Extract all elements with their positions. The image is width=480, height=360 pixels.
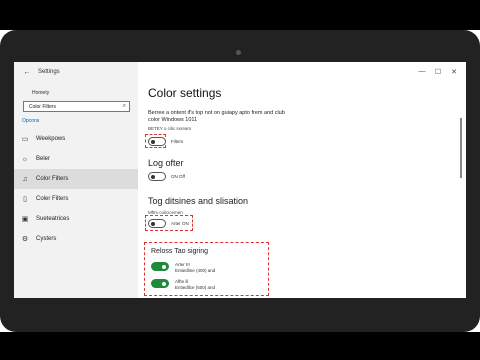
search-icon[interactable]: ⌕ [123, 103, 126, 110]
sidebar-item-color-filters[interactable]: ♫ Color Filters [14, 169, 138, 189]
group-row-text: Arter III Entiedline (400) and [175, 262, 215, 274]
main-content: — ☐ ✕ Color settings Berree a ontent if'… [138, 62, 466, 298]
setting3-title: Tog ditsines and slisation [148, 196, 249, 206]
camera-icon [236, 50, 241, 55]
group-row: Arter III Entiedline (400) and [151, 262, 215, 274]
window-controls: — ☐ ✕ [414, 68, 462, 76]
group-row-line2: Entiedline (400) and [175, 268, 216, 273]
sidebar: ← Settings Homety Color Filters ⌕ Opcons… [14, 62, 138, 298]
sidebar-nav: ▭ Weekpows ☼ Beler ♫ Color Filters ▯ Col… [14, 129, 138, 249]
sidebar-item-label: Color Filters [36, 176, 69, 182]
sidebar-item-coler-filters[interactable]: ▯ Coler Filters [14, 189, 138, 209]
window-icon: ▣ [21, 216, 29, 223]
bottom-letterbox [0, 332, 480, 360]
toggle-knob [151, 174, 155, 179]
back-arrow-icon[interactable]: ← [20, 69, 34, 76]
title-bar: ← Settings [14, 62, 138, 82]
home-link[interactable]: Homety [32, 90, 49, 96]
sidebar-item-label: Weekpows [36, 136, 66, 142]
maximize-icon[interactable]: ☐ [430, 68, 446, 76]
group-toggle-2[interactable] [151, 279, 169, 288]
log-toggle[interactable] [148, 172, 166, 181]
close-icon[interactable]: ✕ [446, 68, 462, 76]
sidebar-item-label: Sueteatrices [36, 216, 70, 222]
sidebar-item-beler[interactable]: ☼ Beler [14, 149, 138, 169]
group-title: Reloss Tao sigring [151, 248, 209, 255]
top-letterbox [0, 0, 480, 30]
group-toggle-1[interactable] [151, 262, 169, 271]
search-input[interactable]: Color Filters ⌕ [23, 101, 130, 112]
tablet-icon: ▯ [23, 196, 27, 203]
scrollbar[interactable] [460, 118, 462, 178]
toggle-knob [162, 264, 166, 269]
group-row-line2: Entiedllce (500) and [175, 285, 216, 290]
highlight-box [145, 134, 166, 148]
highlight-box [145, 215, 193, 231]
section-label: Opcons [22, 118, 40, 124]
sidebar-item-label: Beler [36, 156, 51, 162]
sidebar-item-cysters[interactable]: ⚙ Cysters [14, 229, 138, 249]
display-icon: ▭ [21, 136, 29, 143]
group-row-line1: Affte ill [175, 279, 189, 284]
minimize-icon[interactable]: — [414, 68, 430, 76]
group-row: Affte ill Entiedllce (500) and [151, 279, 215, 291]
search-value: Color Filters [29, 103, 56, 110]
sidebar-item-label: Cysters [36, 236, 57, 242]
music-icon: ♫ [22, 175, 28, 183]
page-title: Color settings [148, 86, 222, 100]
setting2-title: Log ofter [148, 158, 184, 168]
filters-toggle-label: Filters [171, 139, 184, 144]
group-row-text: Affte ill Entiedllce (500) and [175, 279, 215, 291]
gear-icon: ⚙ [21, 236, 29, 243]
brightness-icon: ☼ [21, 155, 29, 163]
description: Berree a ontent if's top not on guiapy a… [148, 110, 285, 123]
log-toggle-label: ON Off [171, 174, 185, 179]
group-row-line1: Arter III [175, 262, 190, 267]
app-title: Settings [38, 69, 60, 75]
highlight-group: Reloss Tao sigring Arter III Entiedline … [144, 242, 269, 296]
toggle-knob [162, 281, 166, 286]
sidebar-item-weekpows[interactable]: ▭ Weekpows [14, 129, 138, 149]
settings-window: ← Settings Homety Color Filters ⌕ Opcons… [14, 62, 466, 298]
setting1-caption: BETEY o cilic sxream [148, 126, 192, 131]
sidebar-item-sueteatrices[interactable]: ▣ Sueteatrices [14, 209, 138, 229]
sidebar-item-label: Coler Filters [36, 196, 69, 202]
setting2-row: ON Off [148, 172, 185, 181]
